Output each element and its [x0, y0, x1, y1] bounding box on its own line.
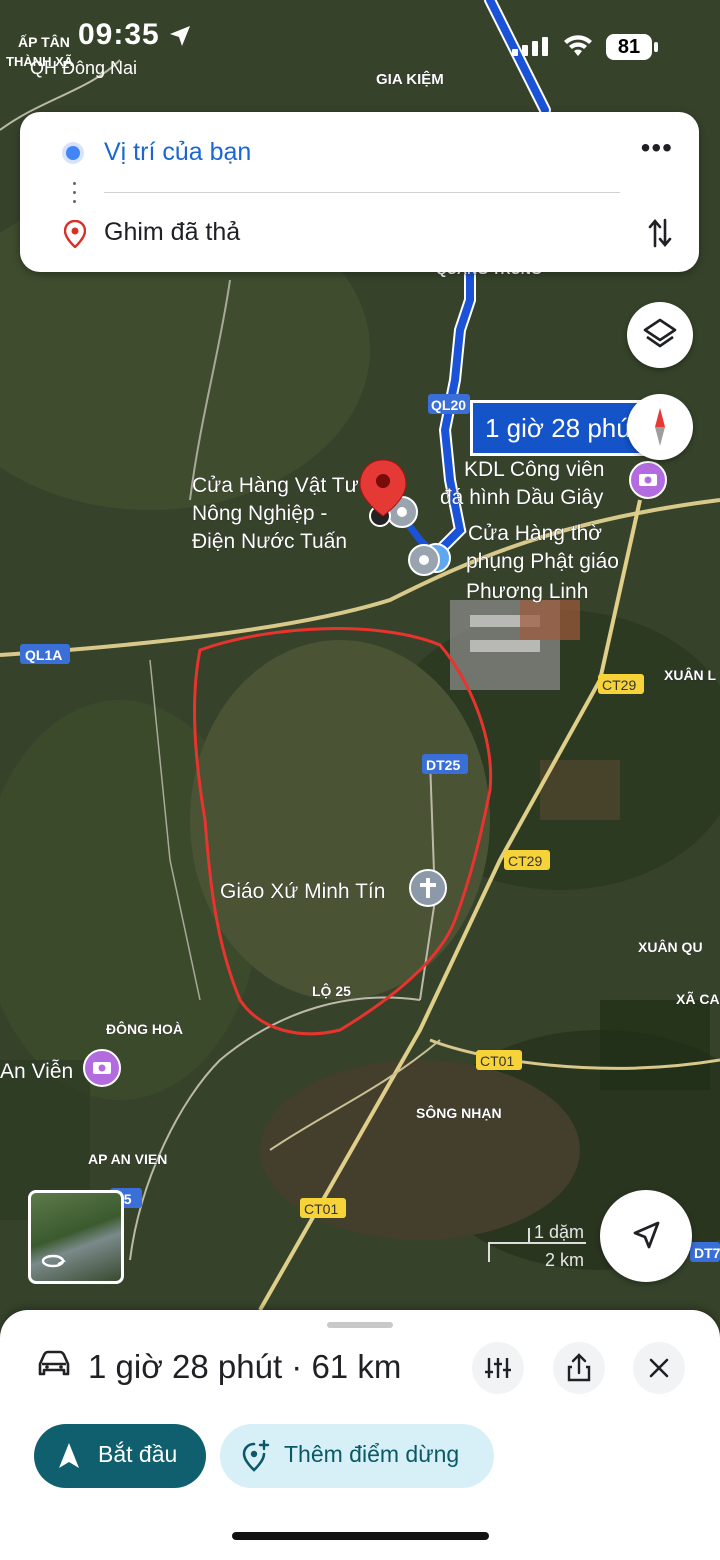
label-shop2-line2: phụng Phật giáo	[466, 550, 619, 573]
scale-km: 2 km	[544, 1250, 584, 1270]
svg-text:CT01: CT01	[304, 1201, 338, 1217]
tune-icon	[485, 1358, 511, 1378]
road-badge-ql1a: QL1A	[20, 644, 70, 664]
road-badge-dt7: DT7	[690, 1242, 720, 1262]
label-ap-an-vien: AP AN VIEN	[88, 1151, 167, 1167]
label-shop1-line1: Cửa Hàng Vật Tư	[192, 474, 359, 497]
road-badge-ct01-right: CT01	[476, 1050, 522, 1070]
share-button[interactable]	[553, 1342, 605, 1394]
label-shop1-line3: Điện Nước Tuấn	[192, 530, 347, 553]
road-badge-dt25: DT25	[422, 754, 468, 774]
road-badge-ct01: CT01	[300, 1198, 346, 1218]
scale-miles: 1 dặm	[533, 1222, 584, 1242]
camera-icon	[83, 1049, 121, 1087]
battery-level: 81	[606, 34, 652, 60]
route-options-button[interactable]	[472, 1342, 524, 1394]
label-xa-ca: XÃ CA	[676, 990, 720, 1007]
swap-direction-icon[interactable]	[647, 216, 673, 250]
svg-text:DT7: DT7	[694, 1245, 720, 1261]
status-location-top: ẤP TÂN	[18, 34, 70, 50]
compass-icon	[655, 408, 665, 446]
route-summary: 1 giờ 28 phút · 61 km	[88, 1348, 402, 1385]
my-location-button[interactable]	[600, 1190, 692, 1282]
road-badge-ql20: QL20	[428, 394, 470, 414]
more-options-icon[interactable]: •••	[641, 134, 673, 162]
add-location-icon	[242, 1440, 270, 1472]
wifi-icon	[564, 35, 592, 56]
poi-marker	[408, 543, 451, 576]
start-button[interactable]: Bắt đầu	[34, 1424, 206, 1488]
label-kdl-line2: đá hình Dầu Giây	[440, 486, 604, 509]
destination-pin-icon	[64, 220, 86, 248]
svg-text:CT29: CT29	[602, 677, 636, 693]
label-giao-xu: Giáo Xứ Minh Tín	[220, 880, 385, 903]
status-time: 09:35	[78, 18, 160, 51]
svg-text:CT29: CT29	[508, 853, 542, 869]
navigation-arrow-icon	[59, 1443, 79, 1468]
directions-card: Vị trí của bạn Ghim đã thả •••	[20, 112, 699, 272]
destination-row[interactable]: Ghim đã thả	[20, 204, 699, 264]
layers-icon	[643, 318, 677, 348]
location-arrow-icon	[170, 26, 190, 46]
label-an-vien: An Viễn	[0, 1060, 73, 1083]
close-button[interactable]	[633, 1342, 685, 1394]
label-kdl-line1: KDL Công viên	[464, 458, 604, 481]
destination-label[interactable]: Ghim đã thả	[104, 218, 240, 247]
church-icon	[409, 869, 447, 907]
your-location-dot-icon	[66, 146, 80, 160]
label-xuan-qu: XUÂN QU	[638, 938, 703, 955]
label-song-nhan: SÔNG NHẠN	[416, 1104, 502, 1121]
svg-text:CT01: CT01	[480, 1053, 514, 1069]
layers-button[interactable]	[627, 302, 693, 368]
battery-tip	[654, 42, 658, 52]
road-badge-ct29-top: CT29	[598, 674, 644, 694]
map-scale: 1 dặm 2 km	[488, 1220, 600, 1270]
label-dong-hoa: ĐÔNG HOÀ	[106, 1020, 183, 1037]
label-lo25: LỘ 25	[312, 982, 351, 999]
status-sub-location: QH Đông Nai	[30, 58, 138, 78]
car-icon	[38, 1350, 70, 1376]
camera-icon	[629, 461, 667, 499]
label-shop1-line2: Nông Nghiệp -	[192, 502, 327, 525]
label-shop2-line1: Cửa Hàng thờ	[468, 522, 602, 545]
label-xuan-l: XUÂN L	[664, 666, 717, 683]
svg-text:QL20: QL20	[431, 397, 466, 413]
status-bar: ẤP TÂN 09:35 THÀNH XÃ QH Đông Nai 81	[0, 0, 720, 90]
origin-label[interactable]: Vị trí của bạn	[104, 138, 251, 167]
home-indicator[interactable]	[232, 1532, 489, 1540]
drag-handle[interactable]	[327, 1322, 393, 1328]
route-bottom-sheet: 1 giờ 28 phút · 61 km Bắt đầu Thêm điểm …	[0, 1310, 720, 1560]
svg-text:QL1A: QL1A	[25, 647, 62, 663]
locate-arrow-icon	[633, 1221, 660, 1249]
compass-button[interactable]	[627, 394, 693, 460]
svg-text:DT25: DT25	[426, 757, 460, 773]
close-icon	[649, 1358, 669, 1378]
start-label: Bắt đầu	[98, 1441, 178, 1467]
road-badge-ct29: CT29	[504, 850, 550, 870]
share-icon	[567, 1353, 591, 1382]
label-shop2-line3: Phương Linh	[466, 580, 588, 603]
signal-icon	[512, 37, 548, 56]
street-view-thumbnail[interactable]	[28, 1190, 124, 1284]
origin-row[interactable]: Vị trí của bạn	[20, 124, 699, 184]
add-stop-label: Thêm điểm dừng	[284, 1441, 460, 1467]
divider	[104, 192, 620, 193]
add-stop-button[interactable]: Thêm điểm dừng	[220, 1424, 494, 1488]
rotate-360-icon	[41, 1254, 66, 1268]
